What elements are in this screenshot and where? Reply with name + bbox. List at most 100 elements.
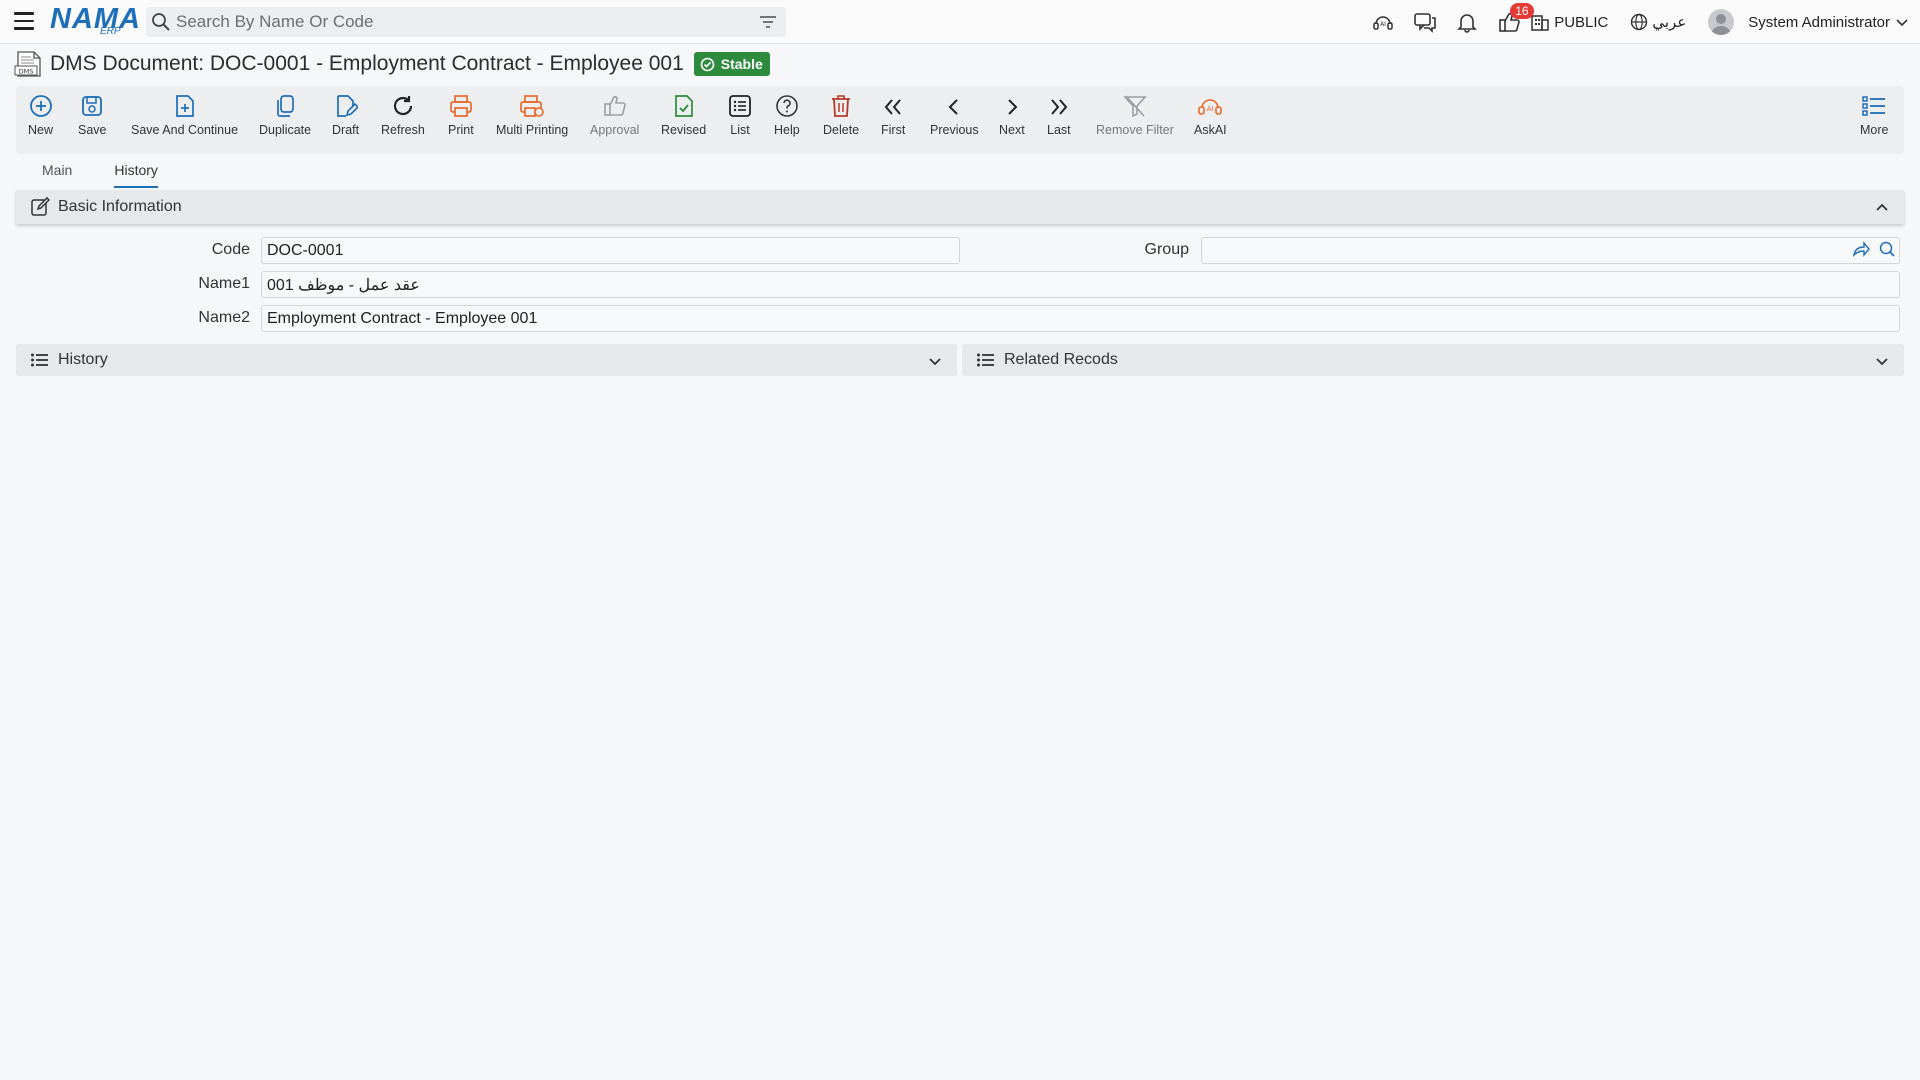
share-arrow-icon[interactable] (1852, 240, 1870, 258)
remove-filter-button[interactable]: Remove Filter (1096, 86, 1174, 154)
top-bar: NAMA ERP AI 16 PUBLIC عربي (0, 0, 1920, 44)
page-title: DMS Document: DOC-0001 - Employment Cont… (50, 52, 684, 75)
trash-icon (832, 95, 851, 117)
user-menu[interactable]: System Administrator (1708, 9, 1910, 35)
group-field-actions (1852, 240, 1896, 258)
draft-button[interactable]: Draft (332, 86, 359, 154)
basic-information-header[interactable]: Basic Information (16, 190, 1904, 224)
search-input[interactable] (176, 12, 750, 32)
save-continue-icon (175, 95, 194, 117)
global-search (146, 7, 786, 37)
basic-information-title: Basic Information (58, 198, 182, 215)
history-section-title: History (58, 351, 108, 368)
ai-icon: AI (1198, 99, 1223, 115)
avatar (1708, 9, 1735, 35)
print-icon (449, 95, 472, 117)
related-records-title: Related Recods (1004, 351, 1118, 368)
draft-icon (336, 95, 358, 117)
print-button[interactable]: Print (448, 86, 474, 154)
chevron-down-icon (1896, 19, 1908, 27)
plus-circle-icon (29, 95, 52, 117)
duplicate-button[interactable]: Duplicate (259, 86, 311, 154)
multi-print-icon (520, 95, 544, 117)
group-label: Group (1144, 241, 1189, 258)
chat-icon[interactable] (1404, 0, 1446, 44)
multi-printing-button[interactable]: Multi Printing (496, 86, 568, 154)
chevron-down-icon[interactable] (1874, 353, 1890, 369)
language-label: عربي (1652, 14, 1687, 31)
duplicate-icon (277, 95, 294, 117)
name2-field[interactable] (261, 305, 1900, 332)
save-and-continue-button[interactable]: Save And Continue (131, 86, 238, 154)
tasks-icon[interactable]: 16 (1488, 0, 1534, 44)
history-section-header[interactable]: History (16, 344, 957, 376)
refresh-button[interactable]: Refresh (381, 86, 425, 154)
page-header: DMS DMS Document: DOC-0001 - Employment … (14, 50, 770, 78)
last-button[interactable]: Last (1047, 86, 1071, 154)
revised-button[interactable]: Revised (661, 86, 706, 154)
chevron-left-icon (948, 99, 959, 115)
related-records-header[interactable]: Related Recods (962, 344, 1904, 376)
help-icon (776, 95, 798, 117)
logo-text: NAMA (50, 3, 141, 35)
first-button[interactable]: First (881, 86, 905, 154)
approval-button[interactable]: Approval (590, 86, 639, 154)
thumbs-up-icon (603, 95, 626, 116)
language-switch[interactable]: عربي (1630, 13, 1686, 31)
search-icon (146, 12, 176, 32)
menu-icon[interactable] (14, 12, 34, 30)
revised-icon (674, 95, 693, 117)
previous-button[interactable]: Previous (930, 86, 979, 154)
name2-label: Name2 (198, 309, 250, 326)
help-button[interactable]: Help (774, 86, 800, 154)
chevron-down-icon[interactable] (927, 353, 943, 369)
list-icon (729, 95, 751, 117)
more-button[interactable]: More (1860, 86, 1888, 154)
list-icon (977, 353, 994, 367)
save-icon (82, 96, 103, 116)
code-field[interactable] (261, 237, 960, 264)
branch-selector[interactable]: PUBLIC (1530, 12, 1608, 32)
name1-label: Name1 (198, 275, 250, 292)
action-toolbar: New Save Save And Continue Duplicate Dra… (16, 86, 1904, 154)
save-button[interactable]: Save (78, 86, 107, 154)
dms-document-icon: DMS (14, 51, 41, 77)
tab-history[interactable]: History (114, 158, 158, 188)
status-text: Stable (720, 56, 763, 72)
globe-icon (1631, 13, 1648, 31)
ai-assistant-icon[interactable]: AI (1362, 0, 1404, 44)
refresh-icon (393, 96, 412, 116)
status-badge: Stable (693, 52, 770, 76)
bell-icon[interactable] (1446, 0, 1488, 44)
logo-sub: ERP (100, 26, 121, 37)
filter-icon[interactable] (750, 15, 786, 29)
delete-button[interactable]: Delete (823, 86, 859, 154)
group-field[interactable] (1201, 237, 1900, 264)
code-label: Code (211, 241, 250, 258)
lookup-search-icon[interactable] (1878, 240, 1896, 258)
building-icon (1531, 15, 1549, 31)
notification-badge: 16 (1510, 3, 1534, 19)
dms-icon-label: DMS (19, 68, 34, 76)
branch-label: PUBLIC (1554, 13, 1609, 31)
list-icon (31, 353, 48, 367)
new-button[interactable]: New (28, 86, 53, 154)
next-button[interactable]: Next (999, 86, 1025, 154)
list-button[interactable]: List (728, 86, 752, 154)
tab-main[interactable]: Main (16, 158, 98, 188)
ask-ai-button[interactable]: AI AskAI (1194, 86, 1227, 154)
remove-filter-icon (1123, 95, 1147, 118)
more-list-icon (1862, 96, 1886, 116)
name1-field[interactable] (261, 271, 1900, 298)
double-chevron-right-icon (1051, 99, 1068, 115)
chevron-up-icon[interactable] (1874, 199, 1890, 215)
svg-text:AI: AI (1207, 105, 1214, 113)
chevron-right-icon (1008, 99, 1018, 115)
edit-icon (31, 197, 50, 216)
svg-text:AI: AI (1380, 21, 1386, 28)
user-name: System Administrator (1748, 13, 1890, 31)
check-circle-icon (700, 57, 715, 71)
double-chevron-left-icon (884, 99, 901, 115)
tab-bar: Main History (16, 158, 174, 188)
app-logo[interactable]: NAMA ERP (50, 3, 141, 39)
